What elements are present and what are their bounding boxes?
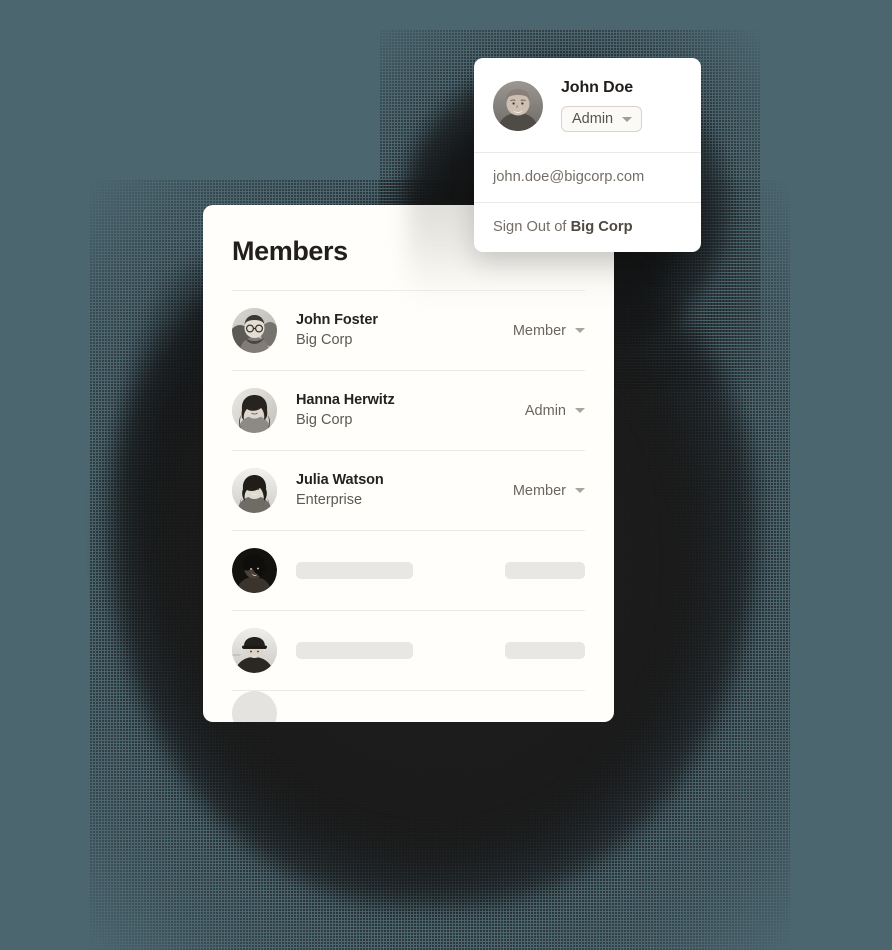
avatar — [232, 628, 277, 673]
sign-out-button[interactable]: Sign Out of Big Corp — [474, 203, 701, 252]
role-label: Member — [512, 482, 566, 499]
page-title: Members — [232, 236, 348, 266]
member-organization: Big Corp — [296, 411, 353, 428]
table-row[interactable] — [232, 690, 585, 722]
skeleton-name-bar — [296, 562, 413, 579]
members-card: Members John Foster Big Corp Member Hann… — [203, 205, 614, 722]
role-dropdown[interactable]: Member — [513, 323, 585, 339]
role-label: Member — [512, 322, 566, 339]
skeleton-role-bar — [505, 562, 585, 579]
avatar — [232, 548, 277, 593]
skeleton-name-bar — [296, 642, 413, 659]
row-text: John Foster Big Corp — [296, 311, 513, 350]
account-email[interactable]: john.doe@bigcorp.com — [474, 153, 701, 202]
avatar — [493, 80, 543, 131]
account-role-dropdown[interactable]: Admin — [561, 106, 643, 132]
row-text: Hanna Herwitz Big Corp — [296, 391, 525, 430]
member-name: John Foster — [296, 311, 378, 328]
chevron-down-icon — [575, 328, 585, 333]
avatar — [232, 308, 277, 353]
account-name: John Doe — [561, 79, 634, 96]
avatar — [232, 691, 277, 722]
role-dropdown[interactable]: Admin — [525, 403, 585, 419]
member-organization: Enterprise — [296, 491, 363, 508]
table-row[interactable]: John Foster Big Corp Member — [232, 290, 585, 370]
member-organization: Big Corp — [296, 331, 353, 348]
table-row[interactable]: Julia Watson Enterprise Member — [232, 450, 585, 530]
table-row[interactable] — [232, 610, 585, 690]
member-name: Julia Watson — [296, 471, 384, 488]
account-identity: John Doe Admin — [561, 79, 643, 132]
sign-out-organization: Big Corp — [570, 219, 633, 235]
skeleton-role-bar — [505, 642, 585, 659]
sign-out-prefix: Sign Out of — [493, 219, 571, 235]
account-header: John Doe Admin — [474, 58, 701, 152]
background-stage: Members John Foster Big Corp Member Hann… — [0, 0, 892, 950]
table-row[interactable] — [232, 530, 585, 610]
role-dropdown[interactable]: Member — [513, 483, 585, 499]
account-popover: John Doe Admin john.doe@bigcorp.com Sign… — [474, 58, 701, 252]
account-role-label: Admin — [572, 111, 614, 127]
chevron-down-icon — [575, 408, 585, 413]
role-label: Admin — [524, 402, 566, 419]
members-list: John Foster Big Corp Member Hanna Herwit… — [232, 290, 585, 722]
table-row[interactable]: Hanna Herwitz Big Corp Admin — [232, 370, 585, 450]
chevron-down-icon — [575, 488, 585, 493]
avatar — [232, 388, 277, 433]
row-text: Julia Watson Enterprise — [296, 471, 513, 510]
avatar — [232, 468, 277, 513]
chevron-down-icon — [622, 116, 633, 122]
member-name: Hanna Herwitz — [296, 391, 395, 408]
